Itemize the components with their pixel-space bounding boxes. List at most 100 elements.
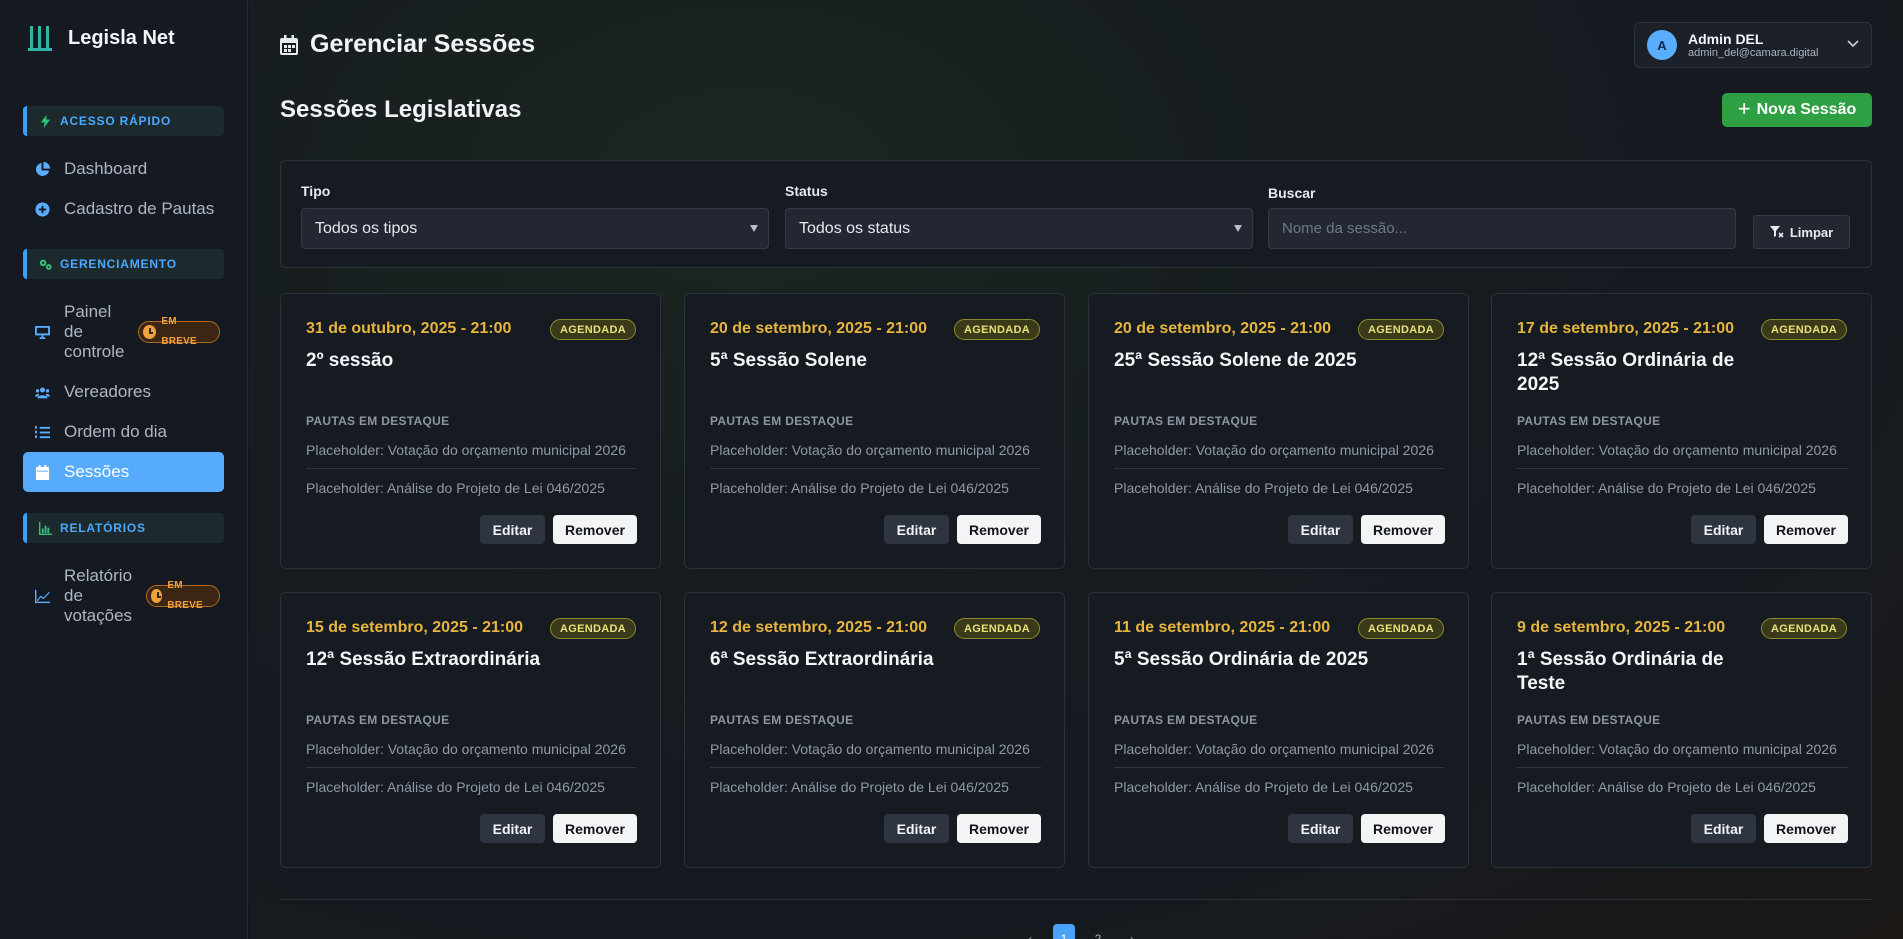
clear-label: Limpar: [1789, 224, 1834, 240]
clock-icon: [143, 325, 157, 339]
edit-button[interactable]: Editar: [1288, 814, 1353, 843]
divider: [280, 899, 1872, 900]
pauta-item: Placeholder: Votação do orçamento munici…: [710, 741, 1030, 757]
session-date: 31 de outubro, 2025 - 21:00: [306, 320, 512, 337]
label-line: controle: [64, 342, 125, 361]
remove-button[interactable]: Remover: [553, 515, 637, 544]
search-label: Buscar: [1268, 185, 1316, 201]
pautas-title: PAUTAS EM DESTAQUE: [710, 414, 854, 428]
divider: [710, 468, 1041, 469]
session-date: 9 de setembro, 2025 - 21:00: [1517, 619, 1726, 636]
pie-chart-icon: [36, 161, 50, 176]
chart-line-icon: [35, 589, 50, 603]
main-content: Gerenciar Sessões A Admin DEL admin_del@…: [249, 0, 1903, 939]
pauta-item: Placeholder: Análise do Projeto de Lei 0…: [710, 480, 1009, 496]
sidebar-item-label: Painel de controle: [64, 302, 124, 362]
session-title: 12ª Sessão Ordinária de 2025: [1517, 350, 1735, 395]
page-2-button[interactable]: 2: [1087, 924, 1109, 939]
session-card: 12 de setembro, 2025 - 21:00 AGENDADA 6ª…: [684, 592, 1065, 868]
search-input[interactable]: [1268, 208, 1736, 249]
remove-button[interactable]: Remover: [1361, 515, 1445, 544]
remove-button[interactable]: Remover: [957, 814, 1041, 843]
status-select[interactable]: Todos os status: [785, 208, 1253, 249]
sidebar-item-vereadores[interactable]: Vereadores: [23, 380, 224, 404]
edit-button[interactable]: Editar: [1288, 515, 1353, 544]
status-badge: AGENDADA: [550, 319, 636, 340]
divider: [1517, 767, 1848, 768]
remove-button[interactable]: Remover: [957, 515, 1041, 544]
section-label: GERENCIAMENTO: [60, 257, 177, 271]
section-title: Sessões Legislativas: [280, 96, 522, 123]
pauta-item: Placeholder: Votação do orçamento munici…: [306, 442, 626, 458]
edit-button[interactable]: Editar: [1691, 515, 1756, 544]
chart-bar-icon: [39, 521, 52, 535]
pauta-item: Placeholder: Análise do Projeto de Lei 0…: [306, 779, 605, 795]
section-label: RELATÓRIOS: [60, 521, 146, 535]
sidebar-item-label: Relatório de votações: [64, 566, 132, 626]
remove-button[interactable]: Remover: [1764, 515, 1848, 544]
user-menu[interactable]: A Admin DEL admin_del@camara.digital: [1634, 22, 1872, 68]
pauta-item: Placeholder: Análise do Projeto de Lei 0…: [710, 779, 1009, 795]
calendar-icon: [280, 34, 298, 55]
session-title: 5ª Sessão Ordinária de 2025: [1114, 649, 1369, 670]
sidebar-item-relatorio-votacoes[interactable]: Relatório de votações EM BREVE: [23, 566, 224, 626]
page-title-text: Gerenciar Sessões: [310, 30, 536, 58]
session-date: 12 de setembro, 2025 - 21:00: [710, 619, 928, 636]
users-icon: [35, 387, 50, 398]
pauta-item: Placeholder: Análise do Projeto de Lei 0…: [1114, 480, 1413, 496]
prev-page-button[interactable]: ‹: [1019, 924, 1041, 939]
user-info: Admin DEL admin_del@camara.digital: [1688, 30, 1818, 59]
bolt-icon: [40, 114, 51, 128]
remove-button[interactable]: Remover: [1361, 814, 1445, 843]
sidebar-item-sessoes[interactable]: Sessões: [23, 452, 224, 492]
session-card: 20 de setembro, 2025 - 21:00 AGENDADA 5ª…: [684, 293, 1065, 569]
edit-button[interactable]: Editar: [480, 814, 545, 843]
session-card: 15 de setembro, 2025 - 21:00 AGENDADA 12…: [280, 592, 661, 868]
monitor-icon: [35, 325, 50, 339]
sidebar-item-dashboard[interactable]: Dashboard: [23, 157, 224, 181]
divider: [1517, 468, 1848, 469]
label-line: Relatório: [64, 566, 133, 585]
session-card: 9 de setembro, 2025 - 21:00 AGENDADA 1ª …: [1491, 592, 1872, 868]
user-name: Admin DEL: [1688, 30, 1764, 47]
page-1-button[interactable]: 1: [1053, 924, 1075, 939]
new-session-label: Nova Sessão: [1756, 101, 1857, 118]
pautas-title: PAUTAS EM DESTAQUE: [1517, 414, 1661, 428]
edit-button[interactable]: Editar: [1691, 814, 1756, 843]
soon-label: EM BREVE: [161, 316, 197, 347]
pautas-title: PAUTAS EM DESTAQUE: [710, 713, 854, 727]
section-reports: RELATÓRIOS: [23, 513, 224, 543]
tipo-value: Todos os tipos: [315, 219, 418, 237]
edit-button[interactable]: Editar: [884, 515, 949, 544]
remove-button[interactable]: Remover: [553, 814, 637, 843]
session-date: 15 de setembro, 2025 - 21:00: [306, 619, 524, 636]
edit-button[interactable]: Editar: [480, 515, 545, 544]
new-session-button[interactable]: + Nova Sessão: [1722, 93, 1872, 127]
gears-icon: [39, 259, 52, 270]
tipo-select[interactable]: Todos os tipos: [301, 208, 769, 249]
label-line: de: [64, 322, 83, 341]
remove-button[interactable]: Remover: [1764, 814, 1848, 843]
filters-panel: Tipo Todos os tipos Status Todos os stat…: [280, 160, 1872, 268]
sidebar-item-cadastro-pautas[interactable]: Cadastro de Pautas: [23, 197, 224, 221]
pauta-item: Placeholder: Análise do Projeto de Lei 0…: [1114, 779, 1413, 795]
pautas-title: PAUTAS EM DESTAQUE: [1114, 713, 1258, 727]
status-badge: AGENDADA: [954, 618, 1040, 639]
chevron-down-icon: [1847, 40, 1859, 48]
pautas-title: PAUTAS EM DESTAQUE: [1114, 414, 1258, 428]
status-badge: AGENDADA: [550, 618, 636, 639]
next-page-button[interactable]: ›: [1121, 924, 1143, 939]
sidebar-item-ordem-dia[interactable]: Ordem do dia: [23, 420, 224, 444]
status-badge: AGENDADA: [954, 319, 1040, 340]
plus-circle-icon: [35, 201, 50, 217]
edit-button[interactable]: Editar: [884, 814, 949, 843]
session-date: 17 de setembro, 2025 - 21:00: [1517, 320, 1735, 337]
brand[interactable]: Legisla Net: [28, 24, 175, 52]
app-name: Legisla Net: [68, 26, 175, 49]
status-badge: AGENDADA: [1761, 618, 1847, 639]
sidebar-item-painel-controle[interactable]: Painel de controle EM BREVE: [23, 302, 224, 362]
status-badge: AGENDADA: [1358, 319, 1444, 340]
divider: [1114, 468, 1445, 469]
clear-filters-button[interactable]: Limpar: [1753, 215, 1850, 249]
soon-badge: EM BREVE: [138, 316, 220, 347]
